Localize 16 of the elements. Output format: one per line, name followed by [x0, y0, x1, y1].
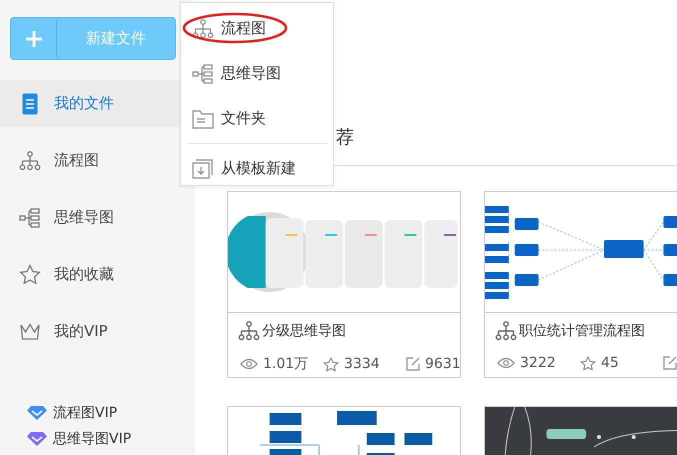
menu-item[interactable]: 流程图	[181, 6, 333, 51]
stat-count: 3334	[344, 356, 380, 372]
template-card[interactable]: 职位统计管理流程图 3222 45	[484, 191, 677, 378]
sidebar-item[interactable]: 思维导图	[0, 194, 195, 241]
section-heading: 荐	[336, 126, 354, 149]
card-title: 分级思维导图	[262, 322, 346, 340]
sidebar-item[interactable]: 我的收藏	[0, 251, 195, 298]
sidebar-item[interactable]: 我的VIP	[0, 308, 195, 355]
vip-link[interactable]: 思维导图VIP	[53, 430, 132, 448]
stat-count: 3222	[520, 355, 556, 371]
card-title: 职位统计管理流程图	[519, 322, 645, 340]
stat-count: 45	[601, 355, 619, 371]
stat-count: 9631	[425, 356, 461, 372]
template-card[interactable]: 分级思维导图 1.01万 3334 9631	[227, 191, 461, 378]
stat-count: 1.01万	[263, 355, 308, 373]
vip-link[interactable]: 流程图VIP	[53, 404, 118, 422]
